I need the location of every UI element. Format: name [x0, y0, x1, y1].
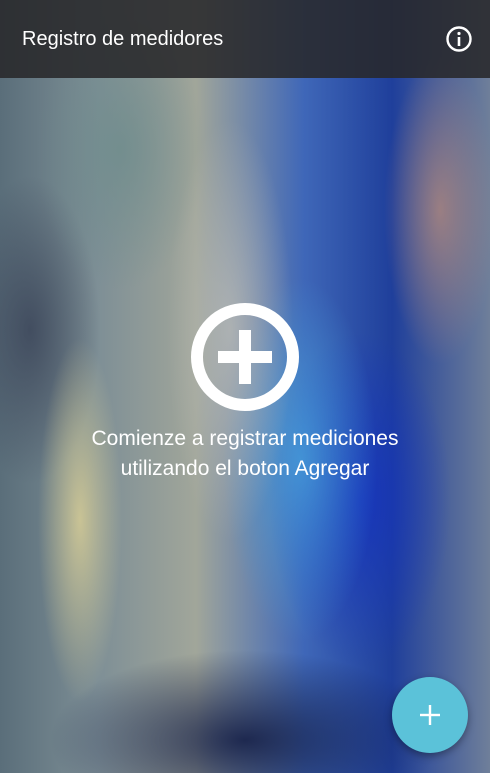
plus-icon [420, 705, 440, 725]
empty-state-message: Comienze a registrar mediciones utilizan… [0, 424, 490, 484]
app-title: Registro de medidores [22, 27, 224, 50]
app-bar: Registro de medidores [0, 0, 490, 78]
info-icon [446, 26, 472, 52]
add-fab-button[interactable] [392, 677, 468, 753]
add-circle-icon [191, 303, 299, 411]
empty-state-line-1: Comienze a registrar mediciones [91, 427, 399, 450]
empty-state-line-2: utilizando el boton Agregar [120, 457, 370, 480]
info-button[interactable] [444, 24, 474, 54]
